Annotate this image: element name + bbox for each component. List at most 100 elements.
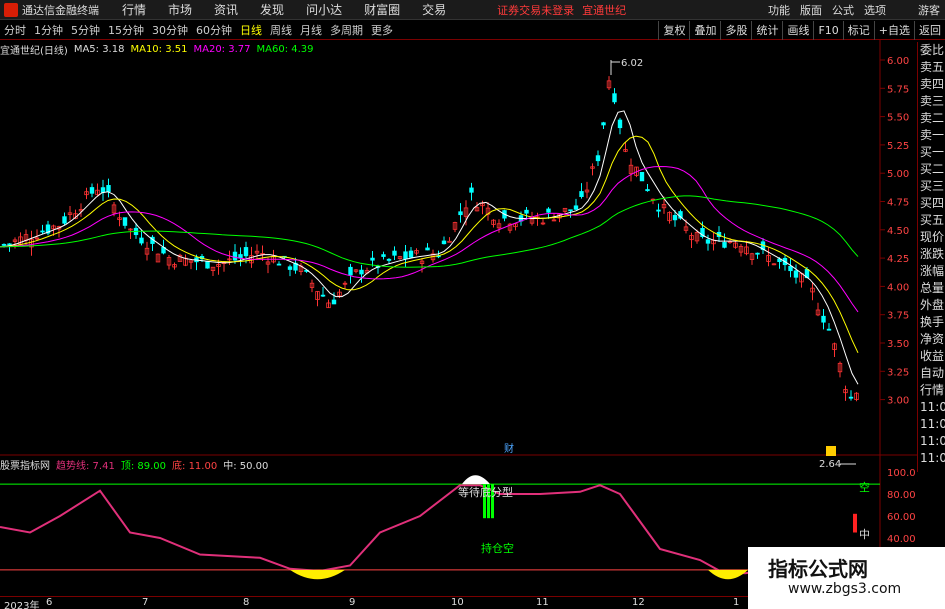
menu-layout[interactable]: 版面 [795, 2, 827, 18]
candle-body [485, 207, 491, 215]
candle-body [469, 187, 474, 193]
menu-ask[interactable]: 问小达 [295, 1, 353, 18]
price-tick-label: 5.75 [887, 84, 909, 95]
side-auto[interactable]: 自动 [918, 365, 945, 382]
candle-body [293, 262, 298, 271]
price-tick-label: 3.75 [887, 311, 909, 322]
period-15min[interactable]: 15分钟 [104, 22, 148, 38]
period-monthly[interactable]: 月线 [296, 22, 326, 38]
mark-button[interactable]: 标记 [842, 21, 874, 40]
candle-body [194, 257, 199, 263]
indicator-tick-label: 80.00 [887, 490, 916, 501]
side-buy2[interactable]: 买二 [918, 161, 945, 178]
candle-body [122, 217, 128, 226]
candle-body [430, 253, 436, 261]
candle-body [656, 209, 661, 212]
menu-formula[interactable]: 公式 [827, 2, 859, 18]
menu-options[interactable]: 选项 [859, 2, 891, 18]
side-sell3[interactable]: 卖三 [918, 93, 945, 110]
period-1min[interactable]: 1分钟 [30, 22, 67, 38]
side-buy4[interactable]: 买四 [918, 195, 945, 212]
period-multi[interactable]: 多周期 [326, 22, 367, 38]
indicator-name[interactable]: 股票指标网 [0, 457, 50, 472]
candle-body [672, 215, 678, 221]
multi-stock-button[interactable]: 多股 [720, 21, 751, 40]
indicator-tick-label: 100.0 [887, 468, 916, 479]
candle-body [738, 246, 744, 253]
side-sell5[interactable]: 卖五 [918, 59, 945, 76]
period-5min[interactable]: 5分钟 [67, 22, 104, 38]
side-panel: 委比 卖五 卖四 卖三 卖二 卖一 买一 买二 买三 买四 买五 现价 涨跌 涨… [917, 42, 945, 472]
moving-average-line [0, 110, 859, 385]
stats-button[interactable]: 统计 [751, 21, 782, 40]
price-tick-label: 3.50 [887, 339, 909, 350]
candle-body [397, 256, 403, 259]
main-menu: 行情 市场 资讯 发现 问小达 财富圈 交易 [111, 1, 457, 18]
candle-body [67, 212, 73, 215]
side-volume[interactable]: 总量 [918, 280, 945, 297]
period-weekly[interactable]: 周线 [266, 22, 296, 38]
candle-body [749, 253, 755, 260]
menu-wealth[interactable]: 财富圈 [353, 1, 411, 18]
moving-average-line [0, 165, 859, 313]
menu-trade[interactable]: 交易 [411, 1, 457, 18]
candle-body [854, 392, 859, 401]
side-earnings[interactable]: 收益 [918, 348, 945, 365]
ma10-value: MA10: 3.51 [130, 43, 188, 55]
date-label: 7 [142, 597, 149, 608]
side-change[interactable]: 涨跌 [918, 246, 945, 263]
period-more[interactable]: 更多 [367, 22, 397, 38]
side-time-2: 11:0 [920, 417, 945, 431]
candle-body [29, 238, 34, 248]
menu-discover[interactable]: 发现 [249, 1, 295, 18]
candle-body [359, 269, 364, 275]
menu-market-quotes[interactable]: 行情 [111, 1, 157, 18]
guest-label[interactable]: 游客 [913, 2, 945, 18]
side-change-pct[interactable]: 涨幅 [918, 263, 945, 280]
side-quote[interactable]: 行情 [918, 382, 945, 399]
overlay-button[interactable]: 叠加 [689, 21, 720, 40]
watermark-url: www.zbgs3.com [788, 581, 902, 597]
menu-news[interactable]: 资讯 [203, 1, 249, 18]
menu-function[interactable]: 功能 [763, 2, 795, 18]
period-30min[interactable]: 30分钟 [148, 22, 192, 38]
side-outer[interactable]: 外盘 [918, 297, 945, 314]
date-label: 2023年 [4, 601, 40, 609]
candle-body [199, 256, 205, 260]
side-buy5[interactable]: 买五 [918, 212, 945, 229]
period-timeshare[interactable]: 分时 [0, 22, 30, 38]
candle-body [546, 208, 551, 213]
side-buy1[interactable]: 买一 [918, 144, 945, 161]
menu-market[interactable]: 市场 [157, 1, 203, 18]
candle-body [51, 225, 56, 230]
adjust-button[interactable]: 复权 [658, 21, 689, 40]
draw-button[interactable]: 画线 [782, 21, 813, 40]
side-buy3[interactable]: 买三 [918, 178, 945, 195]
candle-body [848, 396, 854, 399]
candle-body [606, 80, 612, 89]
f10-button[interactable]: F10 [813, 21, 842, 40]
candle-body [139, 237, 144, 244]
period-daily[interactable]: 日线 [236, 22, 266, 38]
side-net-asset[interactable]: 净资 [918, 331, 945, 348]
chart-title: 宜通世纪(日线) [0, 45, 68, 57]
candle-body [78, 209, 84, 212]
candle-body [375, 265, 381, 268]
back-button[interactable]: 返回 [914, 21, 945, 40]
period-60min[interactable]: 60分钟 [192, 22, 236, 38]
side-price[interactable]: 现价 [918, 229, 945, 246]
price-tick-label: 3.25 [887, 367, 909, 378]
side-sell1[interactable]: 卖一 [918, 127, 945, 144]
candle-body [650, 198, 656, 201]
side-sell2[interactable]: 卖二 [918, 110, 945, 127]
indicator-tick-label: 60.00 [887, 512, 916, 523]
trade-login-notice[interactable]: 证券交易未登录 [497, 2, 574, 18]
side-weibi[interactable]: 委比 [918, 42, 945, 59]
side-sell4[interactable]: 卖四 [918, 76, 945, 93]
candlestick-chart[interactable]: 6.00 5.75 5.50 5.25 5.00 4.75 4.50 4.25 4.00 3.75… [0, 0, 945, 609]
side-turnover[interactable]: 换手 [918, 314, 945, 331]
add-watchlist-button[interactable]: +自选 [873, 21, 914, 40]
side-time-1: 11:0 [920, 400, 945, 414]
candle-body [150, 236, 155, 244]
indicator-trend: 趋势线: 7.41 [56, 461, 115, 472]
